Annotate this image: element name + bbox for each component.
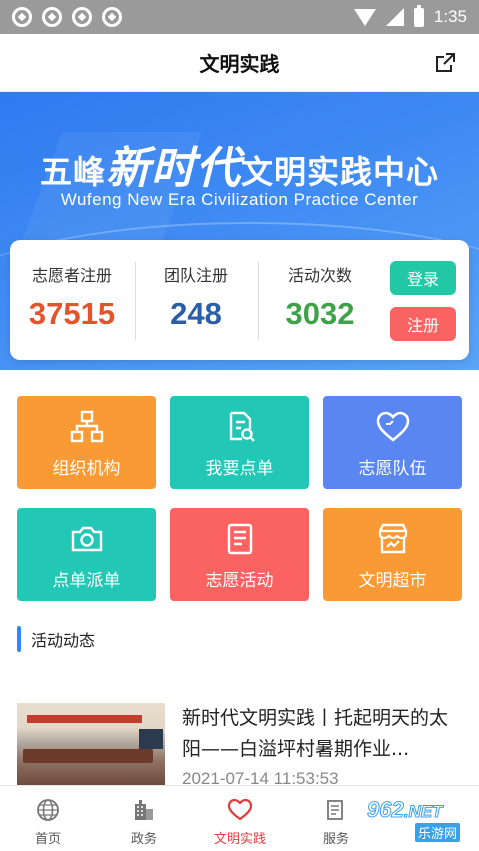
watermark-number: 962 (367, 797, 405, 823)
register-button[interactable]: 注册 (390, 307, 456, 341)
tile-label: 志愿活动 (205, 571, 274, 591)
tile-label: 组织机构 (52, 459, 121, 479)
thumbnail-banner (27, 715, 142, 723)
watermark-suffix: .NET (403, 802, 443, 822)
watermark-sub: 乐游网 (415, 823, 461, 842)
tile-civic-store[interactable]: 文明超市 (323, 508, 462, 601)
section-title: 活动动态 (31, 631, 96, 650)
heart-icon (376, 411, 409, 442)
notification-icon (42, 7, 62, 27)
page-title: 文明实践 (199, 52, 280, 76)
heart-icon (227, 798, 253, 821)
tile-label: 点单派单 (52, 571, 121, 591)
globe-icon (37, 799, 59, 821)
news-title: 新时代文明实践丨托起明天的太阳——白溢坪村暑期作业... (182, 707, 449, 760)
stat-teams: 团队注册 248 (136, 262, 256, 332)
watermark-logo: 962.NET (367, 797, 443, 823)
share-icon[interactable] (433, 51, 457, 75)
banner-title-prefix: 五峰 (39, 153, 106, 191)
watermark: 962.NET 乐游网 (345, 793, 475, 845)
stat-value: 37515 (28, 296, 116, 331)
document-icon (227, 523, 252, 555)
status-time: 1:35 (433, 7, 467, 26)
tile-organization[interactable]: 组织机构 (17, 396, 156, 489)
banner-title-suffix: 文明实践中心 (241, 153, 440, 191)
store-icon (378, 523, 407, 554)
banner-title: 五峰新时代文明实践中心 (0, 132, 479, 196)
section-accent-bar (17, 626, 21, 652)
notification-icon (102, 7, 122, 27)
divider (258, 262, 259, 340)
login-button[interactable]: 登录 (390, 261, 456, 295)
tile-volunteer-team[interactable]: 志愿队伍 (323, 396, 462, 489)
stat-label: 活动次数 (287, 266, 352, 285)
org-chart-icon (70, 410, 103, 443)
stat-volunteers: 志愿者注册 37515 (12, 262, 132, 332)
banner-subtitle: Wufeng New Era Civilization Practice Cen… (60, 190, 419, 209)
nav-label: 文明实践 (213, 832, 266, 847)
tile-place-order[interactable]: 我要点单 (170, 396, 309, 489)
status-bar: 1:35 (0, 0, 479, 34)
order-search-icon (229, 411, 255, 442)
building-icon (135, 800, 153, 820)
stat-value: 248 (170, 296, 222, 331)
tile-label: 我要点单 (205, 459, 274, 479)
notification-icons (12, 7, 122, 27)
news-item[interactable]: 新时代文明实践丨托起明天的太阳——白溢坪村暑期作业... 2021-07-14 … (17, 703, 462, 788)
battery-icon (413, 4, 424, 27)
stat-label: 志愿者注册 (31, 266, 112, 285)
tile-label: 文明超市 (358, 571, 427, 591)
thumbnail-table (23, 749, 153, 763)
nav-civic-practice[interactable]: 文明实践 (192, 786, 288, 851)
app-screen: 1:35 文明实践 五峰新时代文明实践中心 Wufeng New Era Civ… (0, 0, 479, 851)
nav-government[interactable]: 政务 (96, 786, 192, 851)
notification-icon (12, 7, 32, 27)
nav-label: 政务 (130, 832, 157, 847)
notification-icon (72, 7, 92, 27)
stat-activities: 活动次数 3032 (260, 262, 380, 332)
stats-card: 志愿者注册 37515 团队注册 248 活动次数 3032 登录 注册 (10, 240, 469, 360)
thumbnail-screen (139, 729, 163, 749)
tile-label: 志愿队伍 (358, 459, 427, 479)
tile-volunteer-activity[interactable]: 志愿活动 (170, 508, 309, 601)
camera-icon (71, 526, 102, 552)
nav-home[interactable]: 首页 (0, 786, 96, 851)
app-header: 文明实践 (0, 34, 479, 92)
wifi-icon (353, 8, 376, 26)
signal-icon (385, 8, 404, 26)
banner-title-script: 新时代 (106, 143, 241, 194)
news-thumbnail (17, 703, 165, 785)
tile-dispatch[interactable]: 点单派单 (17, 508, 156, 601)
section-header: 活动动态 (17, 625, 95, 653)
stat-value: 3032 (285, 296, 355, 331)
nav-label: 首页 (34, 832, 61, 847)
stat-label: 团队注册 (163, 266, 228, 285)
